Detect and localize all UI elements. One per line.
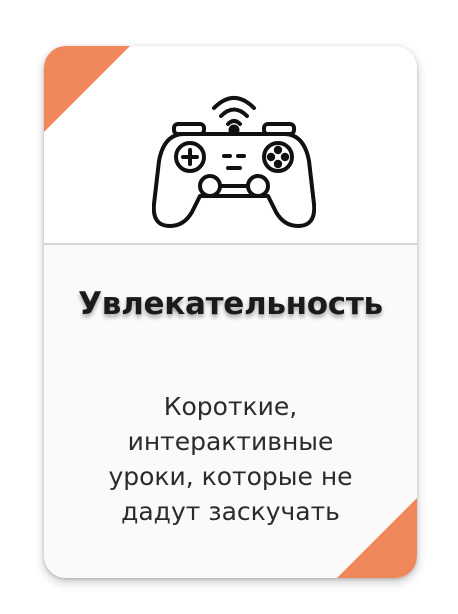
gamepad-wireless-icon <box>152 96 316 228</box>
corner-accent-top-left <box>44 46 130 132</box>
feature-card: Увлекательность Короткие, интерактивные … <box>44 46 417 578</box>
card-title: Увлекательность <box>78 286 383 322</box>
corner-accent-bottom-right <box>337 498 417 578</box>
